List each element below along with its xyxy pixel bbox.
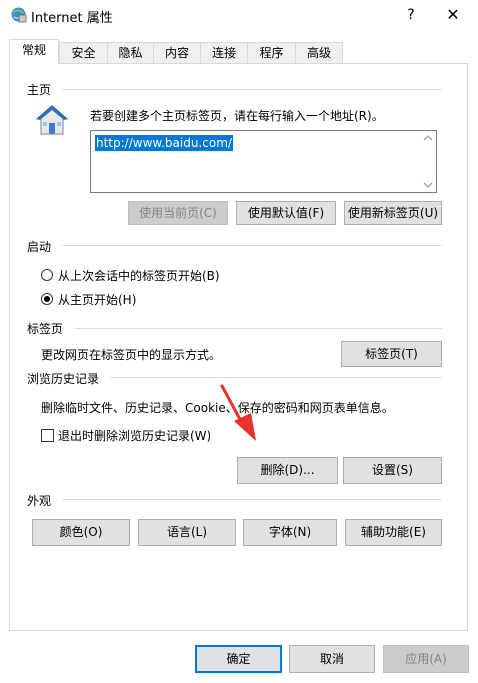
delete-on-exit-label[interactable]: 退出时删除浏览历史记录(W) xyxy=(58,427,211,444)
annotation-arrow-icon xyxy=(220,384,256,441)
url-scrollbar[interactable] xyxy=(420,131,436,192)
home-page-description: 若要创建多个主页标签页，请在每行输入一个地址(R)。 xyxy=(90,109,384,123)
window-title: Internet 属性 xyxy=(31,11,113,26)
tab-security[interactable]: 安全 xyxy=(59,42,108,63)
delete-history-button[interactable]: 删除(D)... xyxy=(237,457,338,484)
home-page-group-label: 主页 xyxy=(27,83,52,97)
start-last-session-radio[interactable] xyxy=(41,269,53,281)
scroll-up-icon[interactable] xyxy=(423,134,433,142)
tabs-description: 更改网页在标签页中的显示方式。 xyxy=(41,348,222,362)
use-new-tab-button[interactable]: 使用新标签页(U) xyxy=(344,201,442,225)
start-home-page-radio[interactable] xyxy=(41,293,53,305)
home-icon xyxy=(35,105,69,135)
home-page-url-text: http://www.baidu.com/ xyxy=(95,135,233,151)
startup-group-label: 启动 xyxy=(27,240,52,254)
colors-button[interactable]: 颜色(O) xyxy=(32,519,130,546)
startup-divider xyxy=(62,245,442,246)
close-button[interactable]: ✕ xyxy=(438,4,468,26)
internet-options-icon xyxy=(11,7,27,23)
tab-content[interactable]: 内容 xyxy=(153,42,201,63)
tab-advanced[interactable]: 高级 xyxy=(295,42,343,63)
tabs-divider xyxy=(75,328,442,329)
home-page-divider xyxy=(62,89,442,90)
tabs-group-label: 标签页 xyxy=(27,322,64,336)
browsing-history-group-label: 浏览历史记录 xyxy=(27,372,100,386)
languages-button[interactable]: 语言(L) xyxy=(138,519,236,546)
history-settings-button[interactable]: 设置(S) xyxy=(343,457,442,484)
help-button[interactable]: ? xyxy=(398,4,424,26)
scroll-down-icon[interactable] xyxy=(423,181,433,189)
use-current-button[interactable]: 使用当前页(C) xyxy=(128,201,228,225)
start-last-session-label[interactable]: 从上次会话中的标签页开始(B) xyxy=(58,267,220,284)
appearance-divider xyxy=(62,499,442,500)
home-page-url-textarea[interactable]: http://www.baidu.com/ xyxy=(90,130,437,193)
tab-general[interactable]: 常规 xyxy=(9,39,59,64)
delete-on-exit-checkbox[interactable] xyxy=(41,429,54,442)
tab-programs[interactable]: 程序 xyxy=(247,42,296,63)
fonts-button[interactable]: 字体(N) xyxy=(243,519,337,546)
tabs-settings-button[interactable]: 标签页(T) xyxy=(341,341,442,367)
ok-button[interactable]: 确定 xyxy=(195,645,282,673)
accessibility-button[interactable]: 辅助功能(E) xyxy=(345,519,442,546)
cancel-button[interactable]: 取消 xyxy=(289,645,375,673)
title-bar: Internet 属性 ? ✕ xyxy=(0,0,478,30)
apply-button[interactable]: 应用(A) xyxy=(383,645,469,673)
appearance-group-label: 外观 xyxy=(27,494,52,508)
start-home-page-label[interactable]: 从主页开始(H) xyxy=(58,291,136,308)
tab-privacy[interactable]: 隐私 xyxy=(107,42,154,63)
use-default-button[interactable]: 使用默认值(F) xyxy=(236,201,336,225)
tab-connections[interactable]: 连接 xyxy=(200,42,248,63)
browsing-history-divider xyxy=(110,377,442,378)
